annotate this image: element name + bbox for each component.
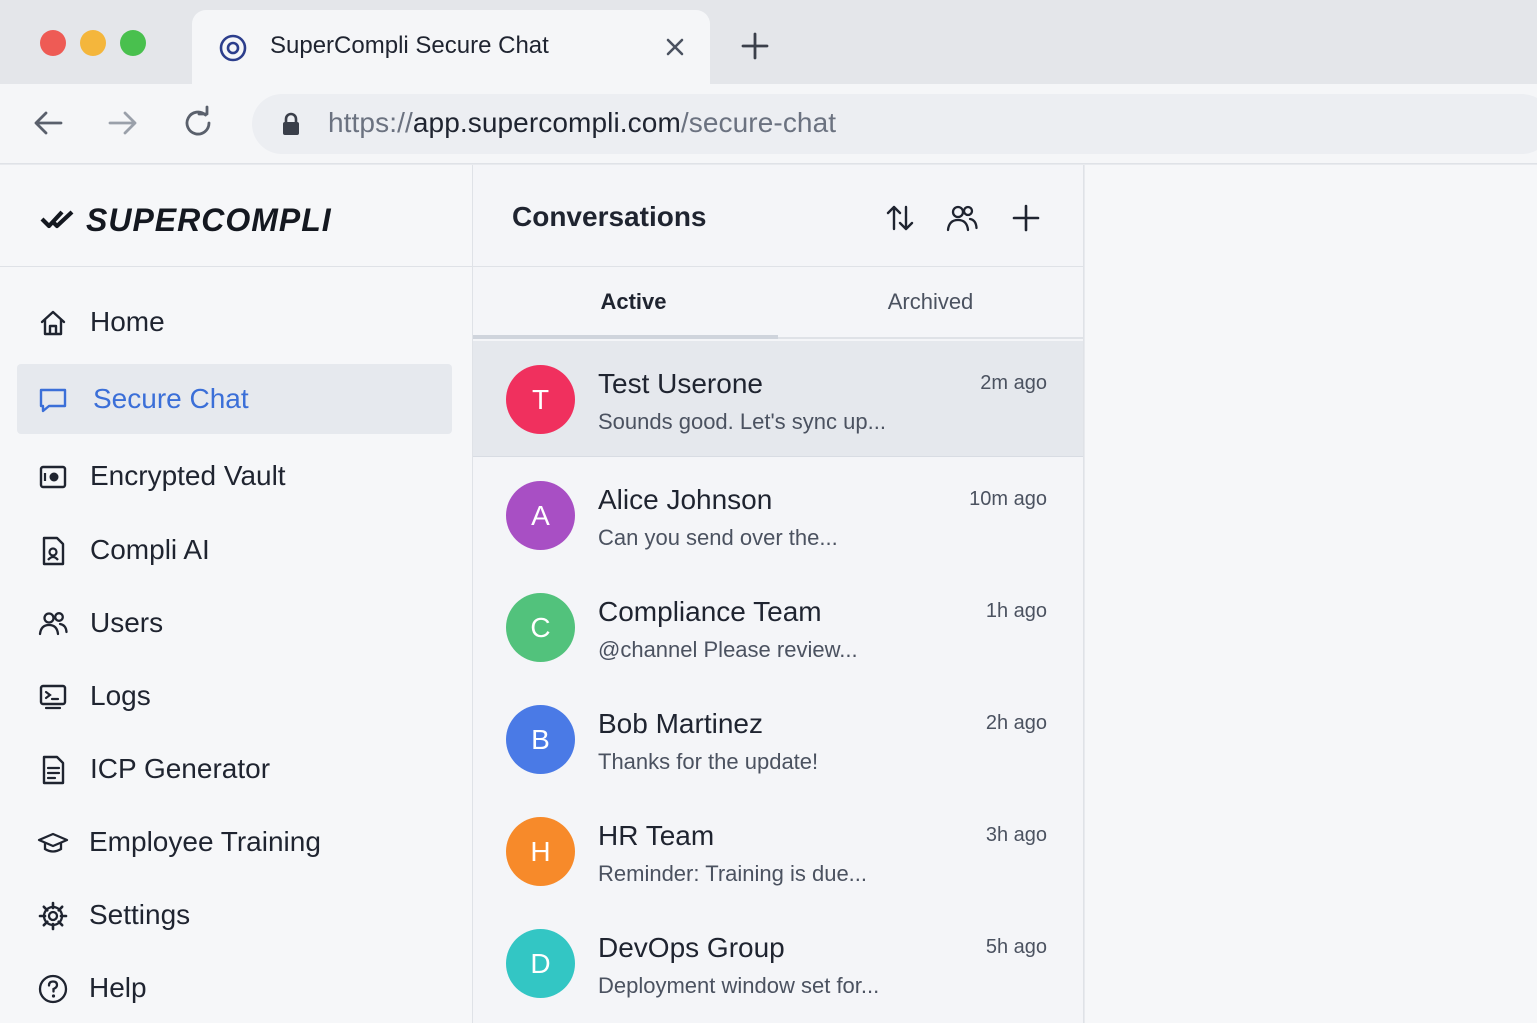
conversation-name: Bob Martinez <box>598 708 763 739</box>
conversation-name: Compliance Team <box>598 596 822 627</box>
sidebar-item-label: Encrypted Vault <box>90 460 286 491</box>
conversation-row[interactable]: D DevOps Group Deployment window set for… <box>473 905 1083 1021</box>
sidebar-item-help[interactable]: Help <box>17 953 452 1023</box>
sidebar-item-label: Settings <box>89 899 191 930</box>
logo-wordmark[interactable]: SUPERCOMPLI <box>86 202 332 239</box>
group-icon[interactable] <box>945 201 979 235</box>
conversation-time: 2m ago <box>980 372 1047 394</box>
sidebar-item-encrypted-vault[interactable]: Encrypted Vault <box>17 441 452 511</box>
logo-check-icon <box>40 207 78 231</box>
sidebar-item-compli-ai[interactable]: Compli AI <box>17 515 452 585</box>
sidebar-item-users[interactable]: Users <box>17 588 452 658</box>
conversation-name: Test Userone <box>598 368 763 399</box>
avatar: H <box>506 817 575 886</box>
sidebar-item-label: Secure Chat <box>93 383 249 414</box>
tab-title: SuperCompli Secure Chat <box>270 32 549 59</box>
conversations-header: Conversations <box>473 165 1083 267</box>
lock-icon <box>280 111 302 137</box>
sidebar-item-employee-training[interactable]: Employee Training <box>17 807 452 877</box>
sidebar-item-label: Employee Training <box>89 826 321 857</box>
sidebar-item-label: Compli AI <box>90 534 210 565</box>
sidebar-item-label: Users <box>90 607 164 638</box>
close-icon[interactable] <box>660 32 690 62</box>
sidebar-item-logs[interactable]: Logs <box>17 661 452 731</box>
conversation-name: HR Team <box>598 820 715 851</box>
conversation-tabs: Active Archived <box>473 267 1083 339</box>
conversation-row[interactable]: B Bob Martinez Thanks for the update! 2h… <box>473 681 1083 797</box>
conversation-time: 10m ago <box>969 488 1047 510</box>
gear-icon <box>37 900 69 932</box>
back-arrow-icon[interactable] <box>30 104 66 142</box>
conversation-row[interactable]: H HR Team Reminder: Training is due... 3… <box>473 793 1083 909</box>
ai-document-icon <box>37 535 69 567</box>
vault-icon <box>37 461 69 493</box>
home-icon <box>37 307 69 339</box>
sidebar-item-label: Home <box>90 306 165 337</box>
avatar: T <box>506 365 575 434</box>
sidebar-item-label: Help <box>89 972 147 1003</box>
conversation-name: DevOps Group <box>598 932 785 963</box>
avatar: D <box>506 929 575 998</box>
sidebar-item-settings[interactable]: Settings <box>17 880 452 950</box>
sidebar-item-label: ICP Generator <box>90 753 271 784</box>
active-tab-indicator <box>473 335 778 339</box>
conversation-row[interactable]: A Alice Johnson Can you send over the...… <box>473 457 1083 573</box>
url-host: app.supercompli.com <box>412 107 681 138</box>
conversation-time: 2h ago <box>985 712 1047 734</box>
page-title: Conversations <box>512 201 707 232</box>
logo-area: SUPERCOMPLI <box>0 165 472 267</box>
chat-detail-panel <box>1085 165 1537 1023</box>
sidebar-item-home[interactable]: Home <box>17 287 452 357</box>
tab-archived[interactable]: Archived <box>778 267 1083 339</box>
document-icon <box>37 754 69 786</box>
graduation-cap-icon <box>37 827 69 859</box>
conversations-panel: Conversations Active Archived T Test Use… <box>473 165 1084 1023</box>
new-conversation-icon[interactable] <box>1009 201 1043 235</box>
conversation-time: 3h ago <box>985 824 1047 846</box>
minimize-window-button[interactable] <box>80 30 106 56</box>
help-icon <box>37 973 69 1005</box>
plus-icon[interactable] <box>737 28 773 64</box>
conversation-preview: Reminder: Training is due... <box>598 861 868 886</box>
sidebar-item-secure-chat[interactable]: Secure Chat <box>17 364 452 434</box>
close-window-button[interactable] <box>40 30 66 56</box>
conversation-time: 5h ago <box>985 936 1047 958</box>
logs-icon <box>37 681 69 713</box>
chat-icon <box>37 384 69 416</box>
sidebar-item-icp-generator[interactable]: ICP Generator <box>17 734 452 804</box>
avatar: A <box>506 481 575 550</box>
conversation-row[interactable]: C Compliance Team @channel Please review… <box>473 569 1083 685</box>
target-icon <box>218 33 248 63</box>
sort-icon[interactable] <box>883 201 917 235</box>
conversation-preview: @channel Please review... <box>598 637 858 662</box>
sidebar-item-label: Logs <box>90 680 151 711</box>
conversation-time: 1h ago <box>985 600 1047 622</box>
conversation-preview: Sounds good. Let's sync up... <box>598 409 886 434</box>
avatar: C <box>506 593 575 662</box>
url-text[interactable]: https://app.supercompli.com/secure-chat <box>328 107 836 139</box>
tab-active[interactable]: Active <box>481 267 786 339</box>
conversation-preview: Thanks for the update! <box>598 749 819 774</box>
sidebar: SUPERCOMPLI Home Secure Chat Encrypted V… <box>0 165 473 1023</box>
url-path: /secure-chat <box>680 107 837 138</box>
conversation-name: Alice Johnson <box>598 484 773 515</box>
url-scheme: https:// <box>328 107 413 138</box>
conversation-preview: Can you send over the... <box>598 525 838 550</box>
conversation-preview: Deployment window set for... <box>598 973 880 998</box>
maximize-window-button[interactable] <box>120 30 146 56</box>
users-icon <box>37 608 69 640</box>
reload-icon[interactable] <box>180 104 216 142</box>
forward-arrow-icon[interactable] <box>105 104 141 142</box>
conversation-row[interactable]: T Test Userone Sounds good. Let's sync u… <box>473 341 1083 457</box>
avatar: B <box>506 705 575 774</box>
